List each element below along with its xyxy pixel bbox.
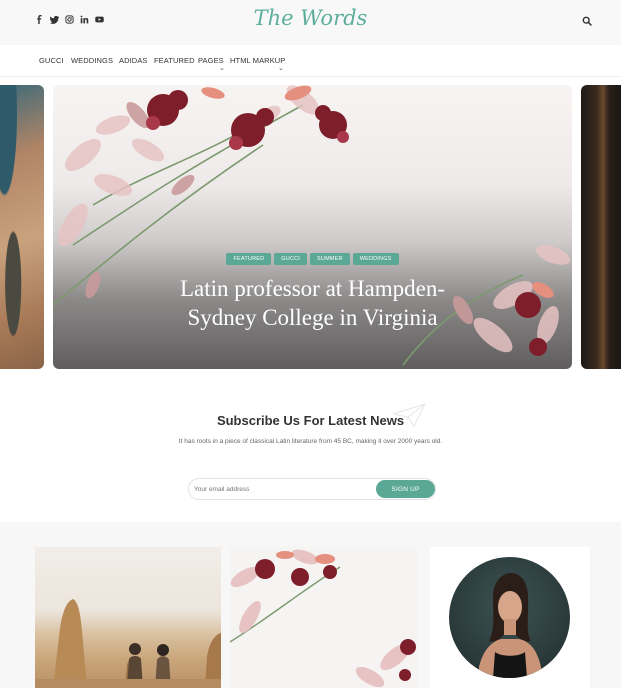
main-nav: GUCCI WEDDINGS ADIDAS FEATURED PAGES ⌄ H… — [0, 45, 621, 77]
hero-title-line-2[interactable]: Sydney College in Virginia — [53, 303, 572, 332]
post-image-desert — [35, 599, 221, 688]
subscribe-section: Subscribe Us For Latest News It has root… — [0, 382, 621, 522]
tag-summer[interactable]: SUMMER — [310, 253, 350, 265]
subscribe-form: SIGN UP — [188, 478, 436, 500]
author-card — [430, 547, 590, 688]
previous-slide[interactable] — [0, 85, 44, 369]
post-card-flowers[interactable] — [230, 547, 417, 688]
site-logo[interactable]: The Words — [0, 6, 621, 30]
post-image-flowers — [230, 549, 416, 688]
tag-weddings[interactable]: WEDDINGS — [352, 253, 399, 265]
tag-featured[interactable]: FEATURED — [226, 253, 272, 265]
nav-item-featured[interactable]: FEATURED — [154, 56, 195, 65]
top-bar: The Words — [0, 0, 621, 45]
hero-title[interactable]: Latin professor at Hampden- Sydney Colle… — [53, 274, 572, 332]
subscribe-description: It has roots in a piece of classical Lat… — [178, 438, 443, 445]
subscribe-title: Subscribe Us For Latest News — [216, 413, 405, 428]
hero-title-line-1[interactable]: Latin professor at Hampden- — [53, 274, 572, 303]
nav-item-gucci[interactable]: GUCCI — [39, 56, 64, 65]
avatar[interactable] — [449, 557, 570, 678]
sign-up-button[interactable]: SIGN UP — [376, 480, 435, 498]
chevron-down-icon[interactable]: ⌄ — [219, 64, 225, 72]
tag-gucci[interactable]: GUCCI — [274, 253, 308, 265]
nav-item-adidas[interactable]: ADIDAS — [119, 56, 148, 65]
author-photo — [479, 573, 541, 678]
post-card-desert[interactable] — [35, 547, 221, 688]
hero-tags: FEATURED GUCCI SUMMER WEDDINGS — [53, 253, 572, 265]
nav-item-weddings[interactable]: WEDDINGS — [71, 56, 113, 65]
search-icon[interactable] — [582, 16, 592, 26]
hero-slide[interactable]: FEATURED GUCCI SUMMER WEDDINGS Latin pro… — [53, 85, 572, 369]
next-slide[interactable] — [581, 85, 621, 369]
chevron-down-icon[interactable]: ⌄ — [278, 64, 284, 72]
email-field[interactable] — [194, 482, 374, 496]
